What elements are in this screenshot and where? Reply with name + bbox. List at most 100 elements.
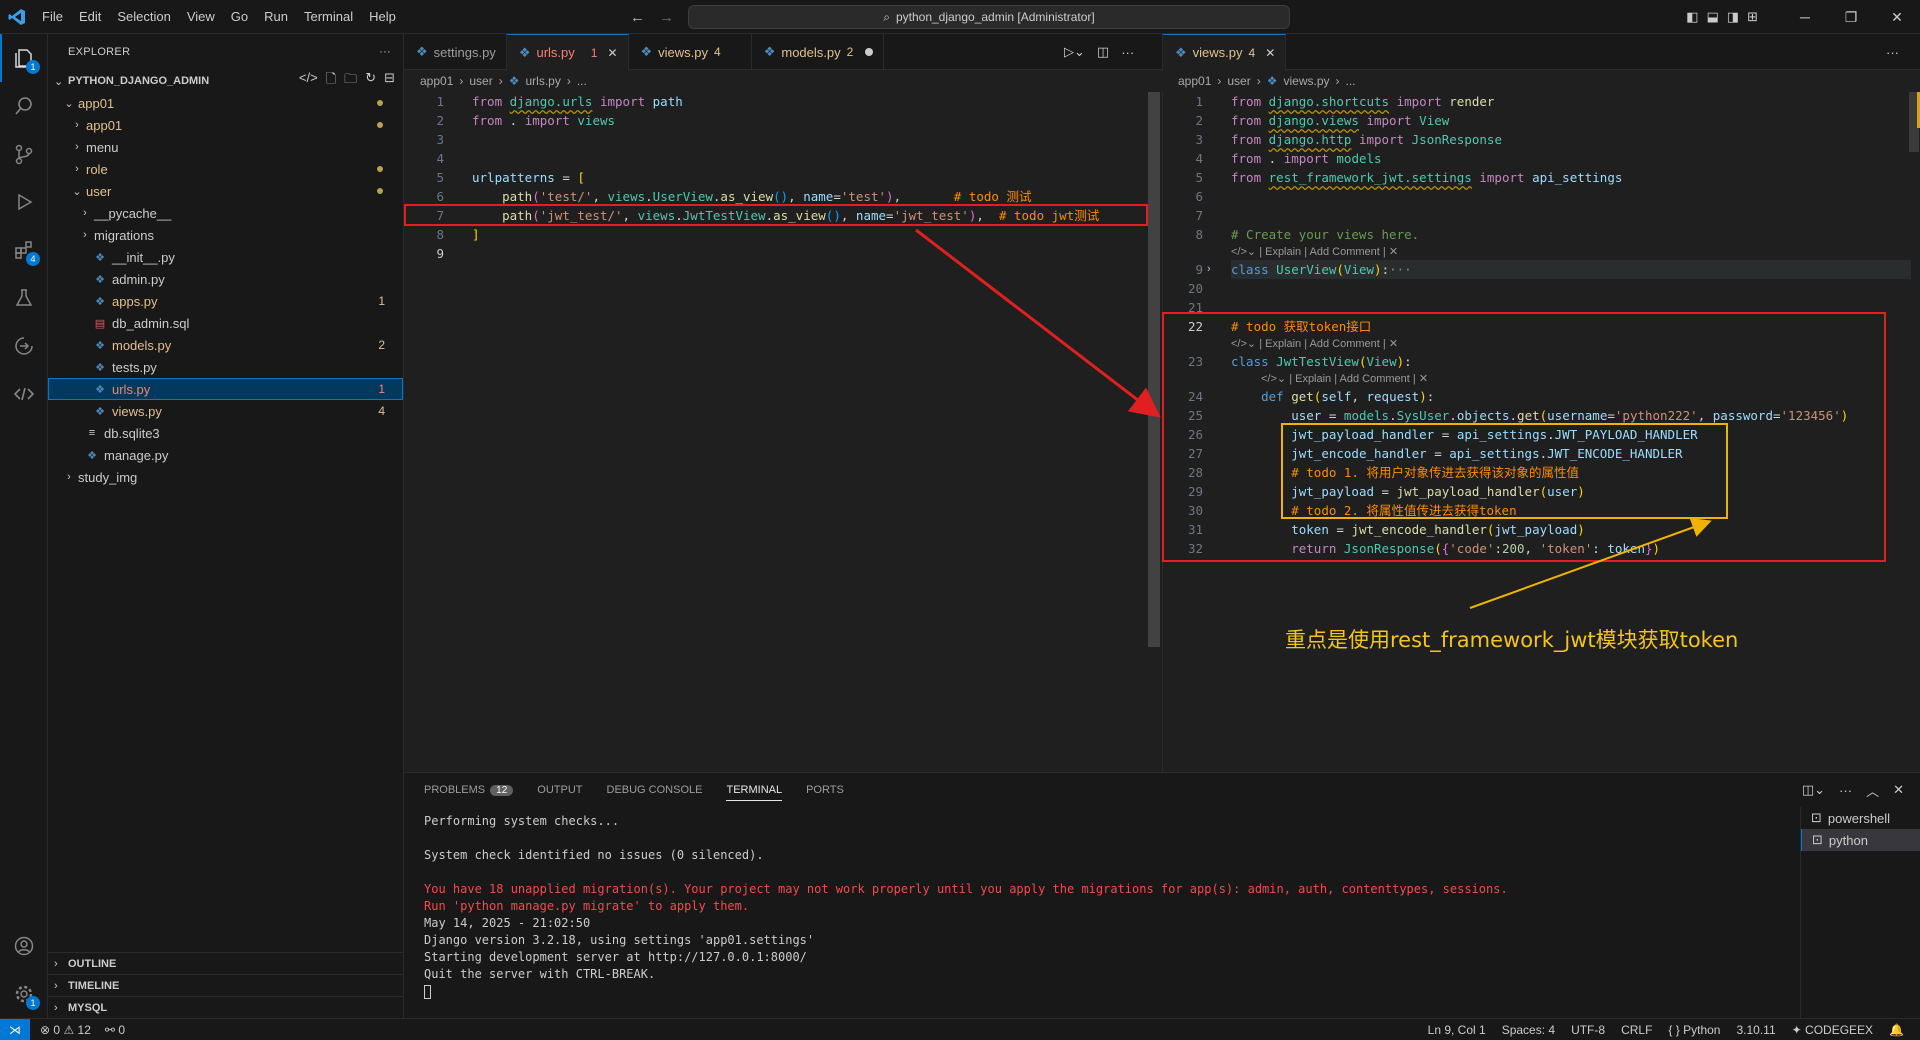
breadcrumb-item[interactable]: user [1227, 74, 1250, 88]
refresh-icon[interactable]: ↻ [365, 70, 376, 92]
tab-settings-py[interactable]: ❖ settings.py [404, 34, 507, 70]
fold-chevron-icon[interactable]: › [1207, 260, 1211, 279]
tree-item[interactable]: ❖ __init__.py [48, 246, 403, 268]
tree-item[interactable]: ❖ admin.py [48, 268, 403, 290]
tree-item[interactable]: ❖ manage.py [48, 444, 403, 466]
tree-item[interactable]: ❖ urls.py 1 [48, 378, 403, 400]
tree-item[interactable]: › study_img [48, 466, 403, 488]
toggle-sidebar-icon[interactable]: ◧ [1686, 9, 1698, 25]
menu-terminal[interactable]: Terminal [296, 0, 361, 34]
tree-item[interactable]: ❖ models.py 2 [48, 334, 403, 356]
menu-go[interactable]: Go [223, 0, 256, 34]
account-icon[interactable] [0, 922, 48, 970]
tab-problems[interactable]: PROBLEMS 12 [424, 784, 514, 796]
breadcrumb-item[interactable]: ... [1346, 74, 1356, 88]
codegeex-icon[interactable] [0, 370, 48, 418]
close-tab-icon[interactable]: ✕ [607, 46, 617, 60]
unsaved-dot-icon[interactable] [865, 48, 874, 56]
customize-layout-icon[interactable]: ⊞ [1747, 9, 1758, 25]
editor-more-icon[interactable]: ··· [1886, 45, 1899, 60]
tree-item[interactable]: ⌄ app01 [48, 92, 403, 114]
close-lens-icon[interactable]: ✕ [1389, 246, 1398, 258]
close-tab-icon[interactable]: ✕ [1265, 46, 1275, 60]
terminal-item-python[interactable]: ⊡ python [1801, 829, 1920, 851]
explorer-icon[interactable]: 1 [0, 34, 48, 82]
menu-run[interactable]: Run [256, 0, 296, 34]
tab-terminal[interactable]: TERMINAL [726, 784, 783, 801]
tab-views-py[interactable]: ❖ views.py 4 [629, 34, 752, 70]
codelens-actions[interactable]: | Explain | Add Comment | [1259, 246, 1386, 258]
toggle-panel-icon[interactable]: ⬓ [1707, 9, 1719, 25]
new-folder-icon[interactable]: 🗀 [344, 70, 357, 92]
end-of-line[interactable]: CRLF [1621, 1023, 1652, 1037]
run-file-icon[interactable]: ▷⌄ [1064, 44, 1085, 60]
forward-arrow-icon[interactable]: → [659, 9, 674, 26]
menu-edit[interactable]: Edit [71, 0, 109, 34]
tab-urls-py[interactable]: ❖ urls.py 1 ✕ [506, 34, 629, 70]
terminal-output[interactable]: Performing system checks... System check … [424, 813, 1724, 1000]
more-actions-icon[interactable]: ··· [379, 46, 391, 58]
search-view-icon[interactable] [0, 82, 48, 130]
maximize-panel-icon[interactable]: ︿ [1866, 781, 1879, 800]
project-header[interactable]: ⌄ PYTHON_DJANGO_ADMIN </> 🗋 🗀 ↻ ⊟ [48, 70, 403, 92]
codelens-line-9[interactable]: </>⌄ | Explain | Add Comment | ✕ [1231, 244, 1398, 260]
close-panel-icon[interactable]: ✕ [1893, 782, 1904, 798]
breadcrumb-item[interactable]: app01 [1178, 74, 1211, 88]
tab-models-py[interactable]: ❖ models.py 2 [752, 34, 885, 70]
close-window-icon[interactable]: ✕ [1874, 9, 1920, 26]
menu-view[interactable]: View [179, 0, 223, 34]
python-version[interactable]: 3.10.11 [1736, 1023, 1775, 1037]
codegeex-status[interactable]: ✦ CODEGEEX [1792, 1023, 1873, 1037]
tab-ports[interactable]: PORTS [806, 784, 844, 796]
source-control-icon[interactable] [0, 130, 48, 178]
tree-item[interactable]: › app01 [48, 114, 403, 136]
toggle-secondary-sidebar-icon[interactable]: ◨ [1727, 9, 1739, 25]
back-arrow-icon[interactable]: ← [630, 9, 645, 26]
tree-item[interactable]: ❖ views.py 4 [48, 400, 403, 422]
tree-item[interactable]: ≡ db.sqlite3 [48, 422, 403, 444]
breadcrumb-item[interactable]: user [469, 74, 492, 88]
panel-more-icon[interactable]: ··· [1839, 783, 1852, 798]
command-center-search[interactable]: ⌕ python_django_admin [Administrator] [688, 5, 1290, 29]
run-debug-icon[interactable] [0, 178, 48, 226]
ports-status[interactable]: ⚯ 0 [105, 1023, 125, 1037]
menu-help[interactable]: Help [361, 0, 404, 34]
outline-section[interactable]: › OUTLINE [48, 952, 403, 974]
indentation[interactable]: Spaces: 4 [1502, 1023, 1555, 1037]
encoding[interactable]: UTF-8 [1571, 1023, 1605, 1037]
tab-debug-console[interactable]: DEBUG CONSOLE [607, 784, 703, 796]
minimize-icon[interactable]: ─ [1782, 9, 1828, 25]
tree-item[interactable]: › role [48, 158, 403, 180]
cursor-position[interactable]: Ln 9, Col 1 [1428, 1023, 1486, 1037]
left-code-editor[interactable]: 1 2 3 4 5 6 7 8 9 from django.urls impor… [404, 92, 1162, 772]
breadcrumb-item[interactable]: views.py [1283, 74, 1329, 88]
split-editor-icon[interactable]: ◫ [1097, 44, 1109, 60]
manage-gear-icon[interactable]: 1 [0, 970, 48, 1018]
timeline-section[interactable]: › TIMELINE [48, 974, 403, 996]
breadcrumb-item[interactable]: app01 [420, 74, 453, 88]
tab-output[interactable]: OUTPUT [537, 784, 582, 796]
tree-item[interactable]: › migrations [48, 224, 403, 246]
tab-views-py-right[interactable]: ❖ views.py 4 ✕ [1163, 34, 1287, 70]
codegeex-sidebar-icon[interactable]: </> [299, 70, 318, 92]
restore-icon[interactable]: ❐ [1828, 9, 1874, 26]
tree-item[interactable]: › menu [48, 136, 403, 158]
remote-explorer-icon[interactable] [0, 322, 48, 370]
breadcrumb-item[interactable]: ... [577, 74, 587, 88]
scrollbar-thumb[interactable] [1148, 92, 1160, 647]
tree-item[interactable]: ⌄ user [48, 180, 403, 202]
tree-item[interactable]: › __pycache__ [48, 202, 403, 224]
tree-item[interactable]: ❖ tests.py [48, 356, 403, 378]
breadcrumb-item[interactable]: urls.py [525, 74, 560, 88]
menu-selection[interactable]: Selection [109, 0, 178, 34]
mysql-section[interactable]: › MYSQL [48, 996, 403, 1018]
collapse-all-icon[interactable]: ⊟ [384, 70, 395, 92]
left-scrollbar[interactable] [1148, 92, 1160, 647]
remote-indicator-icon[interactable]: ⋊ [0, 1018, 30, 1040]
language-mode[interactable]: { } Python [1668, 1023, 1720, 1037]
split-terminal-icon[interactable]: ◫⌄ [1802, 782, 1825, 798]
menu-file[interactable]: File [34, 0, 71, 34]
tree-item[interactable]: ❖ apps.py 1 [48, 290, 403, 312]
new-file-icon[interactable]: 🗋 [326, 70, 336, 92]
problems-status[interactable]: ⊗ 0 ⚠ 12 [40, 1023, 91, 1037]
